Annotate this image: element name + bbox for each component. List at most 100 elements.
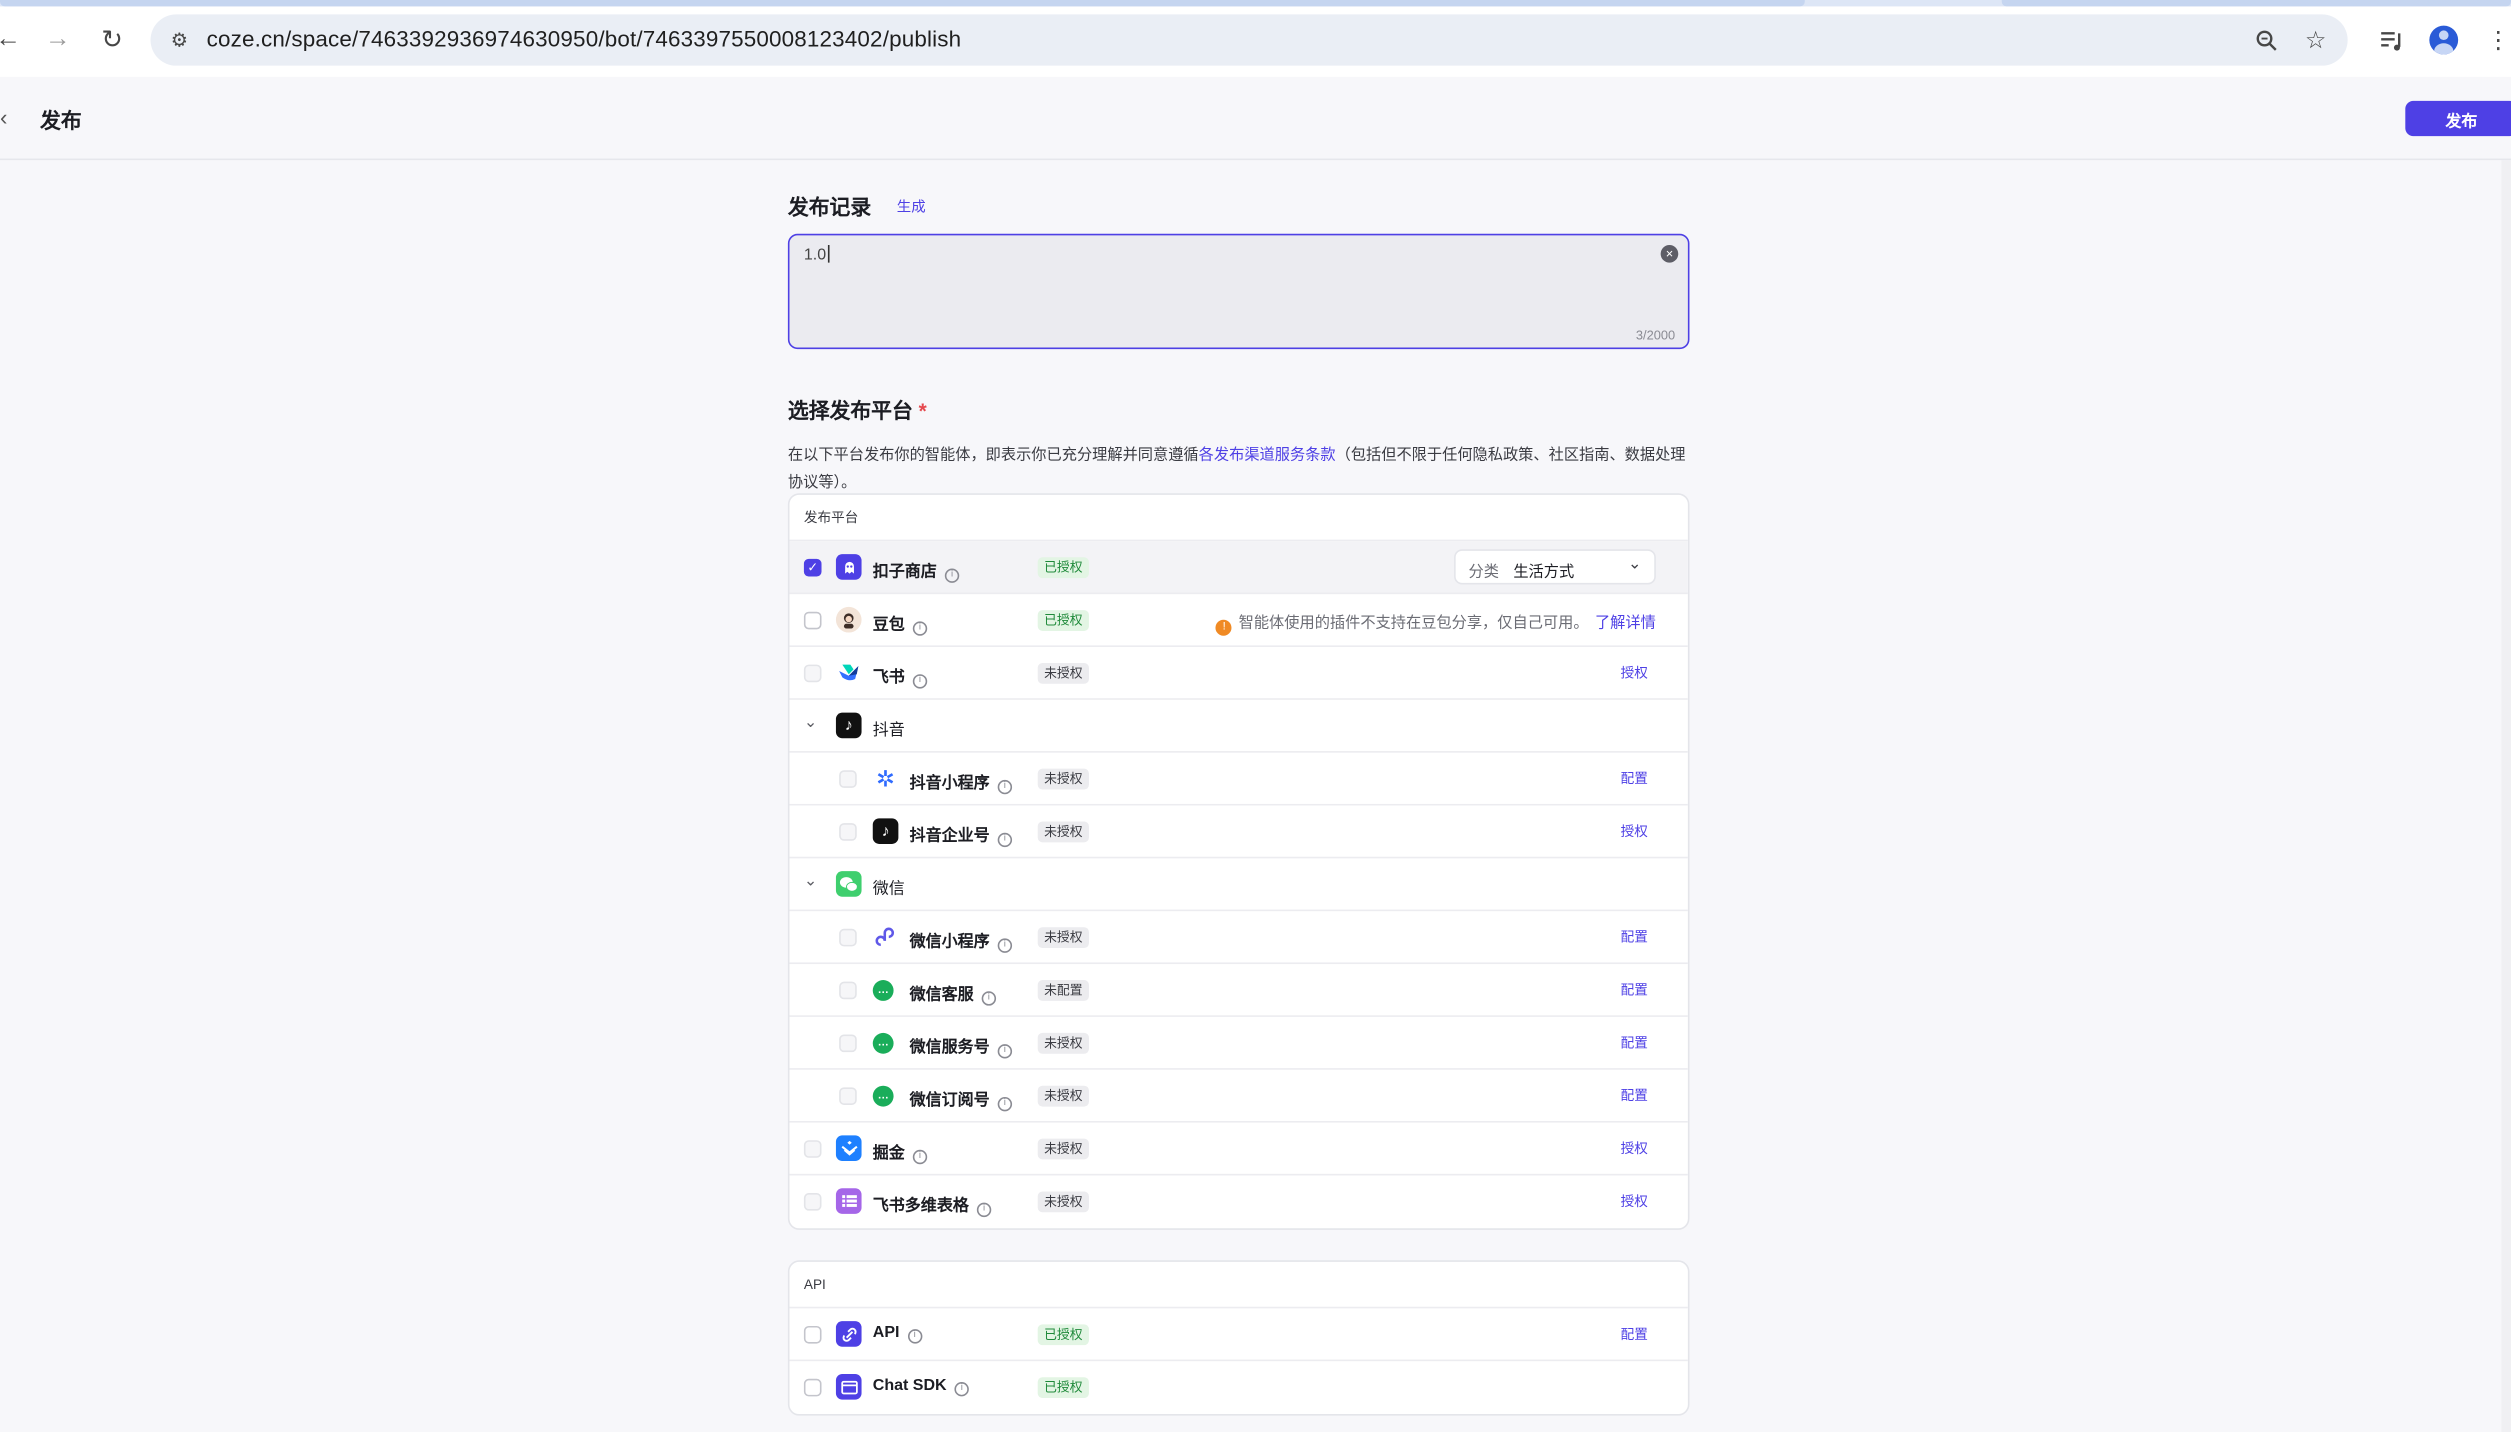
info-icon[interactable]: i	[976, 1202, 992, 1218]
checkbox-wechat-cs[interactable]	[839, 981, 857, 1000]
platform-name-wechat-sub: 微信订阅号 i	[910, 1086, 1013, 1112]
category-key: 分类	[1468, 563, 1499, 582]
checkbox-api[interactable]	[803, 1325, 822, 1344]
configure-api-link[interactable]: 配置	[1621, 1324, 1648, 1343]
platform-row-wechat-sub[interactable]: … 微信订阅号 i 未授权 配置	[789, 1070, 1688, 1123]
platform-row-api[interactable]: API i 已授权 配置	[789, 1308, 1688, 1362]
douyin-enterprise-icon: ♪	[872, 818, 899, 844]
info-icon[interactable]: i	[907, 1329, 922, 1344]
chevron-down-icon[interactable]: ⌄	[1628, 556, 1641, 574]
chevron-down-icon[interactable]: ⌄	[804, 873, 817, 891]
release-notes-value[interactable]: 1.0	[804, 245, 829, 265]
authorize-douyin-biz-link[interactable]: 授权	[1621, 822, 1648, 841]
info-icon[interactable]: i	[997, 1044, 1013, 1059]
platform-row-coze-store[interactable]: ✓ 扣子商店 i 已授权 分类 生活方式 ⌄	[789, 541, 1688, 595]
generate-link[interactable]: 生成	[897, 195, 926, 216]
release-notes-textarea[interactable]: 1.0 × 3/2000	[787, 233, 1690, 350]
browser-toolbar: ← → ↻ ⚙ coze.cn/space/746339293697463095…	[0, 0, 2511, 77]
configure-wechat-cs-link[interactable]: 配置	[1621, 980, 1648, 999]
checkbox-juejin[interactable]	[803, 1140, 822, 1158]
status-badge: 未授权	[1037, 1032, 1089, 1054]
configure-wechat-service-link[interactable]: 配置	[1621, 1033, 1648, 1052]
doubao-warning: ! 智能体使用的插件不支持在豆包分享，仅自己可用。 了解详情	[1216, 610, 1656, 636]
platform-row-douyin-mini[interactable]: ✲ 抖音小程序 i 未授权 配置	[789, 753, 1688, 806]
info-icon[interactable]: i	[912, 621, 928, 636]
platform-row-doubao[interactable]: 豆包 i 已授权 ! 智能体使用的插件不支持在豆包分享，仅自己可用。 了解详情	[789, 594, 1688, 647]
tab-active[interactable]	[0, 0, 1805, 7]
warning-icon: !	[1216, 619, 1233, 636]
info-icon[interactable]: i	[997, 1096, 1013, 1112]
terms-text-before: 在以下平台发布你的智能体，即表示你已充分理解并同意遵循	[787, 446, 1199, 465]
back-chevron-icon[interactable]: ‹	[0, 104, 7, 130]
platform-row-chat-sdk[interactable]: Chat SDK i 已授权	[789, 1361, 1687, 1414]
category-select[interactable]: 分类 生活方式 ⌄	[1454, 549, 1656, 585]
info-icon[interactable]: i	[981, 991, 997, 1006]
status-badge: 未授权	[1037, 662, 1089, 684]
terms-link[interactable]: 各发布渠道服务条款	[1199, 447, 1336, 465]
status-badge: 未授权	[1037, 1085, 1089, 1107]
juejin-icon	[835, 1135, 862, 1162]
group-row-wechat[interactable]: ⌄ 微信	[789, 858, 1688, 912]
info-icon[interactable]: i	[912, 1149, 928, 1165]
authorize-feishu-link[interactable]: 授权	[1621, 663, 1648, 682]
wechat-mini-program-icon	[873, 924, 899, 950]
checkbox-coze-store[interactable]: ✓	[803, 558, 822, 577]
authorize-juejin-link[interactable]: 授权	[1621, 1139, 1648, 1158]
browser-menu-icon[interactable]: ⋮	[2481, 22, 2511, 57]
site-info-icon[interactable]: ⚙	[167, 27, 193, 53]
checkbox-bitable[interactable]	[803, 1193, 822, 1211]
configure-douyin-mini-link[interactable]: 配置	[1621, 769, 1648, 788]
platform-row-juejin[interactable]: 掘金 i 未授权 授权	[789, 1123, 1688, 1176]
info-icon[interactable]: i	[997, 832, 1013, 848]
api-label: API	[872, 1324, 900, 1342]
platform-name-api: API i	[872, 1324, 922, 1344]
platform-row-bitable[interactable]: 飞书多维表格 i 未授权 授权	[789, 1175, 1687, 1228]
platform-name-feishu: 飞书 i	[873, 663, 928, 689]
platform-section-title: 选择发布平台 *	[788, 394, 927, 424]
category-value[interactable]: 生活方式	[1513, 559, 1574, 582]
url-text[interactable]: coze.cn/space/7463392936974630950/bot/74…	[207, 26, 962, 52]
platform-row-wechat-mini[interactable]: 微信小程序 i 未授权 配置	[789, 911, 1688, 965]
clear-icon[interactable]: ×	[1660, 245, 1679, 263]
configure-wechat-sub-link[interactable]: 配置	[1621, 1086, 1648, 1105]
zoom-icon[interactable]	[2250, 24, 2282, 56]
learn-more-link[interactable]: 了解详情	[1595, 615, 1656, 633]
info-icon[interactable]: i	[997, 938, 1013, 953]
checkbox-chat-sdk[interactable]	[803, 1378, 822, 1397]
media-control-icon[interactable]	[2373, 22, 2408, 57]
status-badge: 未授权	[1037, 1138, 1089, 1160]
platform-row-wechat-service[interactable]: … 微信服务号 i 未授权 配置	[789, 1017, 1688, 1070]
chat-sdk-label: Chat SDK	[872, 1377, 947, 1395]
info-icon[interactable]: i	[954, 1382, 970, 1397]
bookmark-star-icon[interactable]: ☆	[2300, 24, 2332, 56]
platform-row-wechat-cs[interactable]: … 微信客服 i 未配置 配置	[789, 964, 1688, 1017]
address-bar[interactable]: ⚙ coze.cn/space/7463392936974630950/bot/…	[150, 14, 2348, 66]
page-scrollbar[interactable]	[2501, 160, 2511, 1432]
status-badge: 已授权	[1037, 610, 1089, 631]
checkbox-douyin-mini[interactable]	[839, 770, 857, 788]
configure-wechat-mini-link[interactable]: 配置	[1621, 927, 1648, 946]
profile-avatar-icon[interactable]	[2426, 22, 2461, 57]
authorize-bitable-link[interactable]: 授权	[1621, 1191, 1648, 1210]
tab-other[interactable]	[2001, 0, 2511, 7]
checkbox-wechat-sub[interactable]	[839, 1087, 857, 1105]
checkbox-douyin-biz[interactable]	[839, 823, 857, 841]
forward-icon[interactable]: →	[40, 22, 75, 57]
checkbox-doubao[interactable]	[803, 611, 822, 630]
platform-row-feishu[interactable]: 飞书 i 未授权 授权	[789, 647, 1688, 700]
platform-row-douyin-biz[interactable]: ♪ 抖音企业号 i 未授权 授权	[789, 806, 1688, 859]
checkbox-wechat-mini[interactable]	[839, 928, 857, 947]
chevron-down-icon[interactable]: ⌄	[804, 714, 817, 732]
release-record-title: 发布记录	[787, 195, 872, 220]
checkbox-feishu[interactable]	[803, 664, 822, 683]
checkbox-wechat-service[interactable]	[839, 1034, 857, 1053]
warning-text: 智能体使用的插件不支持在豆包分享，仅自己可用。	[1238, 614, 1589, 633]
reload-icon[interactable]: ↻	[94, 22, 129, 57]
info-icon[interactable]: i	[944, 568, 960, 583]
info-icon[interactable]: i	[997, 779, 1013, 795]
back-icon[interactable]: ←	[0, 22, 26, 57]
group-row-douyin[interactable]: ⌄ ♪ 抖音	[789, 700, 1688, 753]
info-icon[interactable]: i	[912, 674, 928, 689]
publish-button[interactable]: 发布	[2405, 100, 2511, 137]
status-badge: 已授权	[1037, 1324, 1089, 1346]
